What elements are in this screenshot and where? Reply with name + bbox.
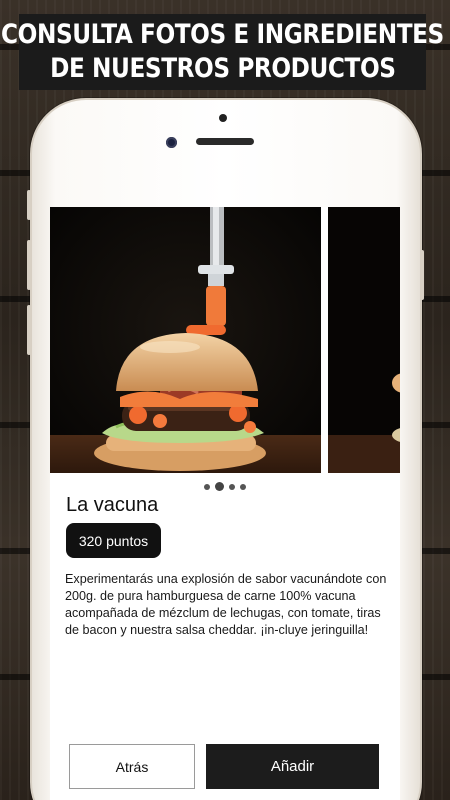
phone-power-button (420, 250, 424, 300)
phone-sensor (219, 114, 227, 122)
carousel-dot-active[interactable] (215, 482, 224, 491)
carousel-dot[interactable] (240, 483, 246, 490)
promo-banner: CONSULTA FOTOS E INGREDIENTES DE NUESTRO… (1, 14, 444, 90)
carousel-slide-current[interactable] (50, 207, 321, 473)
phone-speaker (196, 138, 254, 145)
product-title: La vacuna (66, 494, 159, 516)
phone-volume-down (27, 305, 31, 355)
promo-line-1: CONSULTA FOTOS E INGREDIENTES (1, 19, 444, 50)
burger-photo-next (328, 207, 400, 473)
carousel-pagination (50, 482, 400, 491)
product-detail-screen: La vacuna 320 puntos Experimentarás una … (50, 207, 400, 800)
points-badge: 320 puntos (66, 523, 161, 558)
carousel-slide-next[interactable] (328, 207, 400, 473)
carousel-dot[interactable] (204, 483, 210, 490)
promo-line-2: DE NUESTROS PRODUCTOS (49, 53, 396, 84)
product-description: Experimentarás una explosión de sabor va… (65, 572, 387, 637)
phone-front-camera (166, 137, 177, 148)
phone-volume-up (27, 240, 31, 290)
burger-with-syringe-photo (50, 207, 321, 473)
add-button[interactable]: Añadir (206, 744, 379, 789)
carousel-dot[interactable] (229, 483, 235, 490)
image-carousel[interactable] (50, 207, 400, 473)
phone-mute-switch (27, 190, 31, 220)
back-button[interactable]: Atrás (69, 744, 195, 789)
